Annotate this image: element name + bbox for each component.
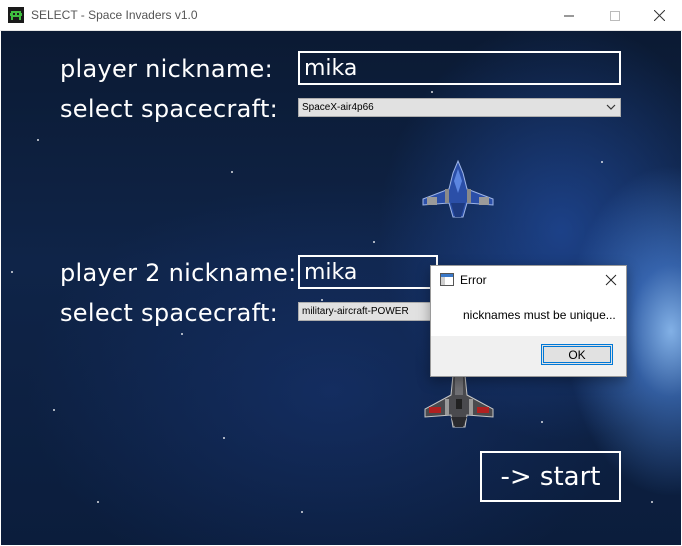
minimize-button[interactable] bbox=[546, 0, 592, 31]
star bbox=[301, 511, 303, 513]
dialog-close-button[interactable] bbox=[603, 272, 619, 288]
error-dialog: Error nicknames must be unique... OK bbox=[430, 265, 627, 377]
player1-spacecraft-value: SpaceX-air4p66 bbox=[302, 102, 374, 113]
maximize-icon bbox=[610, 10, 620, 21]
spacecraft-select-screen: player nickname: mika select spacecraft:… bbox=[1, 31, 681, 545]
player1-spacecraft-preview bbox=[422, 159, 494, 218]
star bbox=[181, 333, 183, 335]
player1-nickname-label: player nickname: bbox=[60, 55, 273, 83]
star bbox=[53, 409, 55, 411]
player2-spacecraft-value: military-aircraft-POWER bbox=[302, 306, 409, 317]
player2-nickname-input[interactable]: mika bbox=[298, 255, 438, 289]
star bbox=[223, 437, 225, 439]
player2-spacecraft-select[interactable]: military-aircraft-POWER bbox=[298, 302, 438, 321]
start-button[interactable]: -> start bbox=[480, 451, 621, 502]
dialog-title: Error bbox=[460, 273, 487, 287]
dialog-message: nicknames must be unique... bbox=[463, 308, 616, 322]
star bbox=[11, 271, 13, 273]
close-button[interactable] bbox=[636, 0, 682, 31]
close-icon bbox=[605, 274, 617, 286]
player2-nickname-label: player 2 nickname: bbox=[60, 259, 297, 287]
star bbox=[651, 501, 653, 503]
title-bar: SELECT - Space Invaders v1.0 bbox=[0, 0, 682, 31]
minimize-icon bbox=[564, 15, 574, 16]
close-icon bbox=[653, 10, 665, 21]
star bbox=[431, 91, 433, 93]
window-icon bbox=[440, 273, 454, 286]
star bbox=[97, 501, 99, 503]
dialog-footer: OK bbox=[431, 336, 626, 376]
player1-spacecraft-label: select spacecraft: bbox=[60, 95, 279, 123]
chevron-down-icon bbox=[606, 104, 616, 110]
star bbox=[601, 161, 603, 163]
space-invader-icon bbox=[8, 7, 24, 23]
star bbox=[373, 241, 375, 243]
player1-spacecraft-select[interactable]: SpaceX-air4p66 bbox=[298, 98, 621, 117]
star bbox=[37, 139, 39, 141]
ok-button[interactable]: OK bbox=[541, 344, 613, 365]
star bbox=[541, 421, 543, 423]
player1-nickname-input[interactable]: mika bbox=[298, 51, 621, 85]
star bbox=[231, 171, 233, 173]
maximize-button[interactable] bbox=[592, 0, 638, 31]
star bbox=[321, 299, 323, 301]
player2-spacecraft-label: select spacecraft: bbox=[60, 299, 279, 327]
window-title: SELECT - Space Invaders v1.0 bbox=[31, 8, 198, 22]
